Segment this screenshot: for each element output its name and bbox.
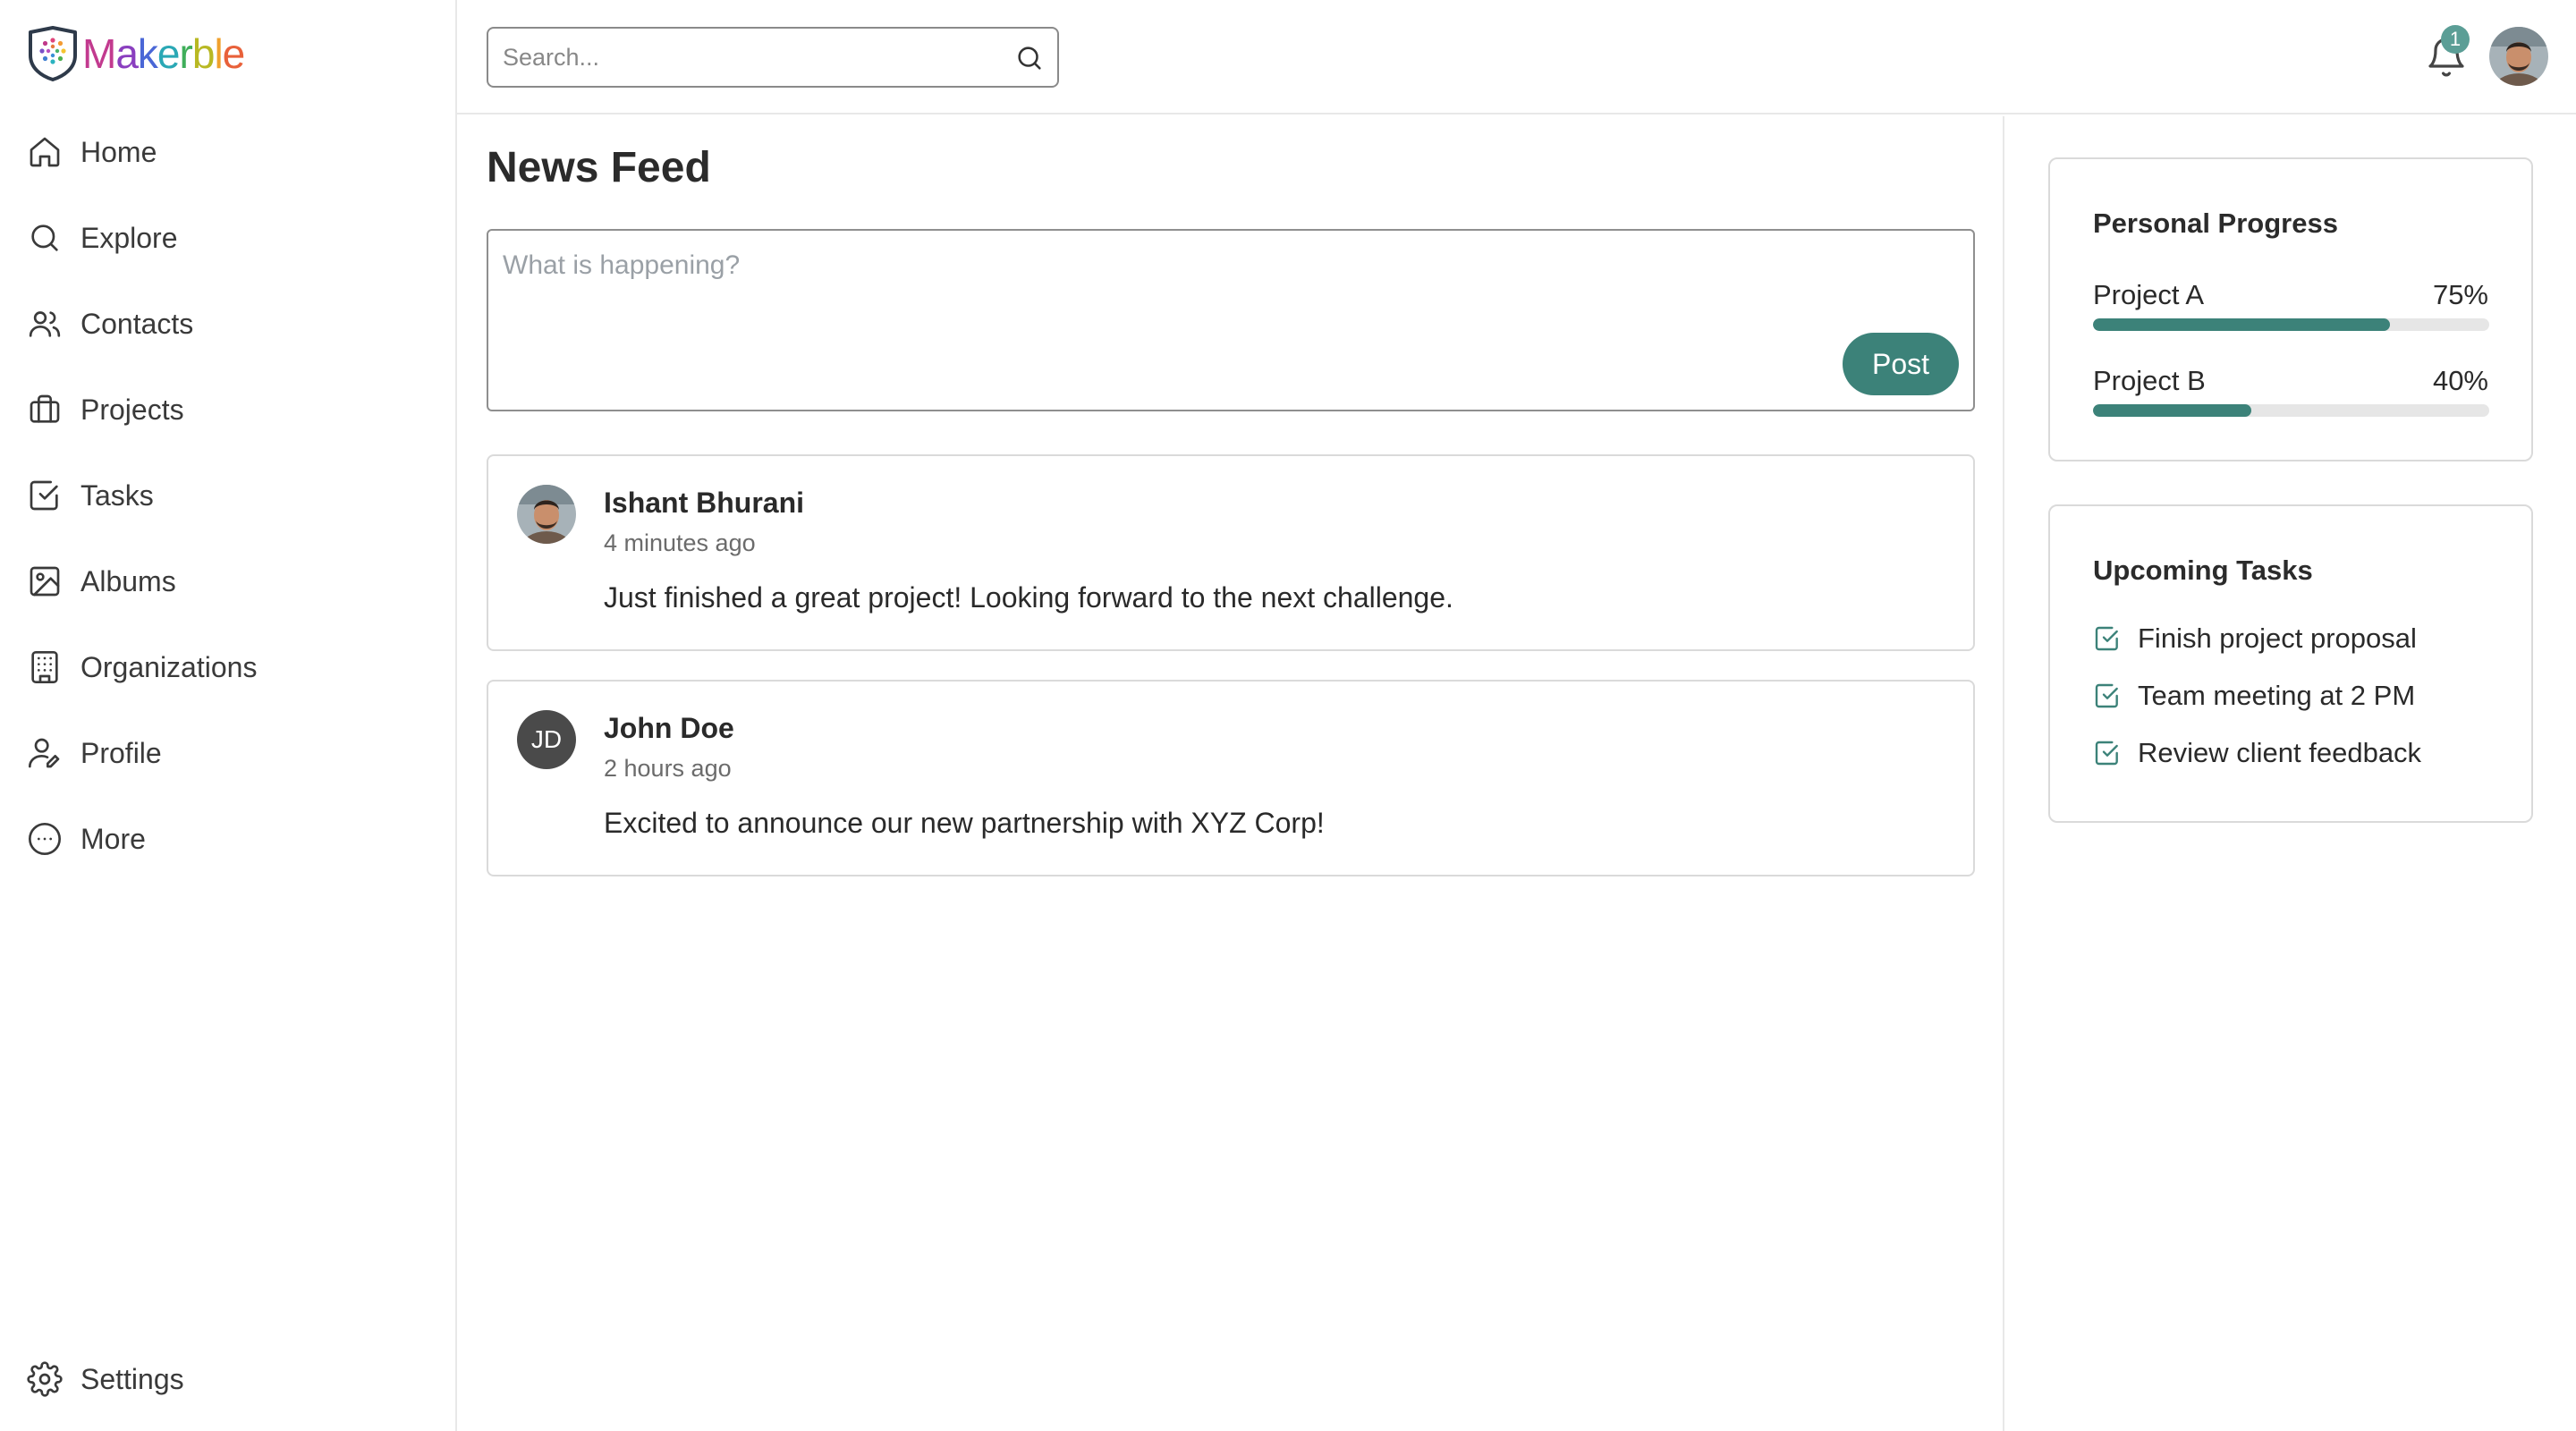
sidebar-item-label: Albums — [80, 564, 176, 597]
sidebar-item-label: Home — [80, 135, 157, 168]
post-text: Excited to announce our new partnership … — [604, 807, 1325, 839]
progress-label: Project B — [2093, 365, 2206, 396]
author-avatar[interactable] — [517, 485, 576, 544]
sidebar-item-label: Contacts — [80, 307, 194, 340]
home-icon — [27, 134, 63, 170]
brand-name: Makerble — [82, 30, 245, 77]
progress-value: 40% — [2432, 365, 2488, 396]
checkbox-icon[interactable] — [2093, 624, 2122, 653]
more-circle-icon — [27, 821, 63, 857]
post-author[interactable]: Ishant Bhurani — [604, 487, 804, 520]
progress-bar-fill — [2093, 318, 2391, 331]
sidebar-item-label: Settings — [80, 1362, 184, 1395]
sidebar-item-settings[interactable]: Settings — [27, 1352, 184, 1406]
notification-badge: 1 — [2441, 25, 2470, 54]
gear-icon — [27, 1361, 63, 1397]
post-card: JD John Doe 2 hours ago Excited to annou… — [487, 680, 1975, 876]
top-bar: 1 — [457, 0, 2576, 114]
sidebar-item-label: Organizations — [80, 650, 258, 683]
checkbox-icon[interactable] — [2093, 739, 2122, 767]
sidebar-item-explore[interactable]: Explore — [27, 211, 178, 265]
search-icon[interactable] — [1014, 43, 1045, 73]
users-icon — [27, 306, 63, 342]
sidebar-item-tasks[interactable]: Tasks — [27, 469, 154, 522]
makerble-shield-icon — [29, 26, 77, 81]
task-item[interactable]: Team meeting at 2 PM — [2093, 680, 2415, 712]
user-avatar[interactable] — [2489, 27, 2548, 86]
image-icon — [27, 563, 63, 599]
search-input[interactable] — [488, 29, 1057, 86]
post-author[interactable]: John Doe — [604, 712, 734, 745]
card-title: Personal Progress — [2093, 207, 2338, 239]
sidebar-item-home[interactable]: Home — [27, 125, 157, 179]
author-avatar[interactable]: JD — [517, 710, 576, 769]
brand-logo[interactable]: Makerble — [27, 25, 245, 82]
post-composer: Post — [487, 229, 1975, 411]
upcoming-tasks-card: Upcoming Tasks Finish project proposal Te… — [2048, 504, 2533, 823]
progress-label: Project A — [2093, 279, 2205, 310]
progress-bar-fill — [2093, 404, 2252, 417]
page-title: News Feed — [487, 144, 711, 191]
task-label: Finish project proposal — [2138, 622, 2417, 654]
sidebar-item-more[interactable]: More — [27, 812, 146, 866]
sidebar-item-contacts[interactable]: Contacts — [27, 297, 193, 351]
sidebar-item-projects[interactable]: Projects — [27, 383, 184, 436]
card-title: Upcoming Tasks — [2093, 555, 2313, 586]
post-card: Ishant Bhurani 4 minutes ago Just finish… — [487, 454, 1975, 651]
task-label: Review client feedback — [2138, 737, 2422, 768]
sidebar-item-label: Explore — [80, 221, 178, 254]
personal-progress-card: Personal Progress Project A 75% Project … — [2048, 157, 2533, 461]
briefcase-icon — [27, 392, 63, 428]
post-text: Just finished a great project! Looking f… — [604, 581, 1453, 614]
progress-bar — [2093, 318, 2489, 331]
progress-bar — [2093, 404, 2489, 417]
task-item[interactable]: Finish project proposal — [2093, 622, 2417, 655]
post-button[interactable]: Post — [1843, 333, 1959, 395]
building-icon — [27, 649, 63, 685]
post-timestamp: 4 minutes ago — [604, 529, 756, 556]
sidebar-item-organizations[interactable]: Organizations — [27, 640, 257, 694]
task-item[interactable]: Review client feedback — [2093, 737, 2421, 769]
sidebar-item-label: Projects — [80, 393, 184, 426]
sidebar-item-albums[interactable]: Albums — [27, 555, 176, 608]
task-label: Team meeting at 2 PM — [2138, 680, 2416, 711]
sidebar: Makerble Home Explore Contacts Projects Task… — [0, 0, 457, 1431]
sidebar-item-label: Tasks — [80, 478, 154, 512]
search-box — [487, 27, 1059, 88]
progress-value: 75% — [2432, 279, 2488, 310]
checkbox-icon — [27, 478, 63, 513]
user-edit-icon — [27, 735, 63, 771]
checkbox-icon[interactable] — [2093, 682, 2122, 710]
search-icon — [27, 220, 63, 256]
post-timestamp: 2 hours ago — [604, 755, 732, 782]
post-input[interactable] — [488, 231, 1973, 410]
sidebar-item-label: Profile — [80, 736, 162, 769]
sidebar-item-profile[interactable]: Profile — [27, 726, 162, 780]
news-feed: News Feed Post Ishant Bhurani 4 minutes … — [457, 116, 2004, 1431]
sidebar-item-label: More — [80, 822, 146, 855]
